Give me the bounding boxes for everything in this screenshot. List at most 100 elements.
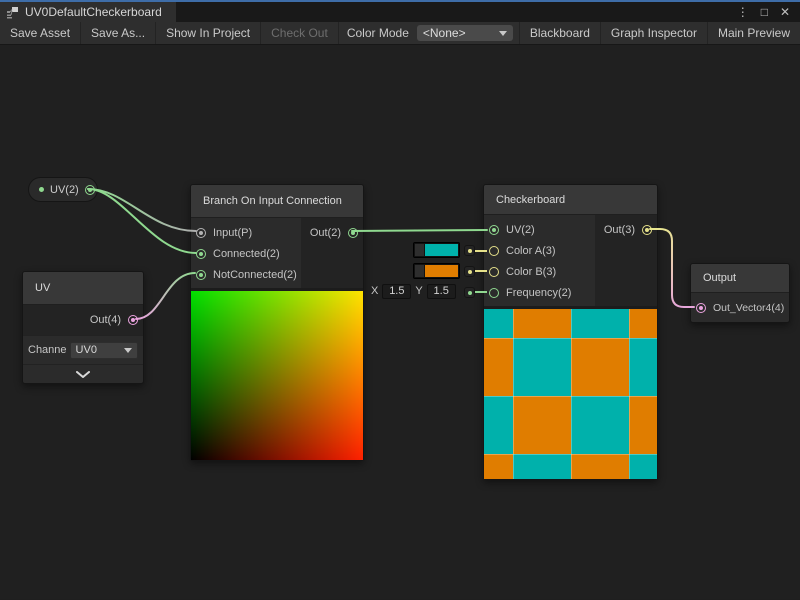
- port-out3[interactable]: [642, 225, 652, 235]
- node-checkerboard[interactable]: Checkerboard UV(2) Color A(3) Color B(3): [483, 184, 658, 480]
- uv-node-title-bar[interactable]: UV: [23, 272, 143, 305]
- port-uv[interactable]: [489, 225, 499, 235]
- maximize-icon[interactable]: □: [761, 5, 768, 19]
- node-branch-on-input-connection[interactable]: Branch On Input Connection Input(P) Conn…: [190, 184, 364, 461]
- edge-out4-to-notconnected[interactable]: [136, 273, 195, 319]
- save-as-button[interactable]: Save As...: [81, 22, 156, 44]
- show-in-project-button[interactable]: Show In Project: [156, 22, 261, 44]
- uv-node-title: UV: [35, 282, 50, 294]
- uv-node-collapse-row: [23, 364, 143, 383]
- frequency-x-label: X: [371, 285, 378, 297]
- color-b-field[interactable]: [413, 263, 460, 279]
- checkerboard-input-section: UV(2) Color A(3) Color B(3) Frequency(2): [484, 215, 595, 306]
- edge-uv2-to-input[interactable]: [88, 189, 196, 231]
- channel-dropdown[interactable]: UV0: [70, 342, 138, 359]
- port-label-frequency: Frequency(2): [506, 287, 571, 299]
- frequency-y-input[interactable]: 1.5: [427, 284, 456, 299]
- blackboard-button[interactable]: Blackboard: [519, 22, 600, 44]
- port-out-vector4[interactable]: [696, 303, 706, 313]
- port-label-out2: Out(2): [310, 227, 341, 239]
- port-row-input-p: Input(P): [191, 222, 301, 243]
- branch-node-uv-preview: [191, 288, 363, 460]
- close-icon[interactable]: ✕: [780, 5, 790, 19]
- port-out2[interactable]: [348, 228, 358, 238]
- tab-strip: UV0DefaultCheckerboard ⋮ □ ✕: [0, 2, 800, 22]
- toolbar: Save Asset Save As... Show In Project Ch…: [0, 22, 800, 45]
- port-label-out4: Out(4): [90, 314, 121, 326]
- port-frequency[interactable]: [489, 288, 499, 298]
- check-out-button: Check Out: [261, 22, 339, 44]
- color-b-field-handle: [415, 265, 424, 277]
- tab-uv0defaultcheckerboard[interactable]: UV0DefaultCheckerboard: [0, 2, 176, 22]
- save-asset-button[interactable]: Save Asset: [0, 22, 81, 44]
- edge-out2-to-uv[interactable]: [352, 230, 487, 231]
- output-node-title-bar[interactable]: Output: [691, 264, 789, 293]
- frequency-field-group: X 1.5 Y 1.5: [371, 283, 456, 299]
- preview-dot-icon: [39, 187, 44, 192]
- color-mode-label: Color Mode: [339, 22, 417, 44]
- main-preview-button[interactable]: Main Preview: [707, 22, 800, 44]
- color-a-field-handle: [415, 244, 424, 256]
- port-row-frequency: Frequency(2): [484, 282, 595, 303]
- port-row-out2: Out(2): [301, 222, 363, 243]
- checkerboard-output-section: Out(3): [595, 215, 657, 306]
- branch-input-section: Input(P) Connected(2) NotConnected(2): [191, 218, 301, 288]
- port-out4[interactable]: [128, 315, 138, 325]
- port-row-out4: Out(4): [23, 305, 143, 335]
- color-b-connector-dot: [464, 266, 475, 277]
- color-a-connector-dot: [464, 245, 475, 256]
- shader-graph-window: UV0DefaultCheckerboard ⋮ □ ✕ Save Asset …: [0, 0, 800, 600]
- port-row-color-b: Color B(3): [484, 261, 595, 282]
- port-label-color-b: Color B(3): [506, 266, 556, 278]
- port-row-color-a: Color A(3): [484, 240, 595, 261]
- port-color-a[interactable]: [489, 246, 499, 256]
- branch-node-title-bar[interactable]: Branch On Input Connection: [191, 185, 363, 218]
- port-notconnected[interactable]: [196, 270, 206, 280]
- port-label-color-a: Color A(3): [506, 245, 556, 257]
- port-row-notconnected: NotConnected(2): [191, 264, 301, 285]
- color-a-swatch[interactable]: [425, 244, 458, 256]
- frequency-connector-dot: [464, 287, 475, 298]
- chevron-down-icon: [499, 31, 507, 36]
- port-row-out-vector4: Out_Vector4(4): [691, 293, 789, 322]
- port-label-notconnected: NotConnected(2): [213, 269, 297, 281]
- graph-canvas[interactable]: UV(2) Branch On Input Connection Input(P…: [0, 45, 800, 599]
- checkerboard-node-title-bar[interactable]: Checkerboard: [484, 185, 657, 215]
- chevron-down-icon: [124, 348, 132, 353]
- output-node-title: Output: [703, 272, 736, 284]
- port-label-uv: UV(2): [506, 224, 535, 236]
- channel-label: Channe: [28, 344, 67, 356]
- port-label-out3: Out(3): [604, 224, 635, 236]
- node-uv2-collapsed[interactable]: UV(2): [28, 177, 98, 202]
- color-mode-value: <None>: [423, 26, 466, 40]
- collapse-chevron-icon[interactable]: [76, 371, 90, 378]
- color-b-swatch[interactable]: [425, 265, 458, 277]
- graph-inspector-button[interactable]: Graph Inspector: [600, 22, 707, 44]
- frequency-y-label: Y: [415, 285, 422, 297]
- frequency-x-input[interactable]: 1.5: [382, 284, 411, 299]
- channel-value: UV0: [76, 344, 97, 356]
- menu-icon[interactable]: ⋮: [737, 5, 749, 19]
- port-row-out3: Out(3): [595, 219, 657, 240]
- uv-channel-row: Channe UV0: [23, 335, 143, 364]
- window-controls: ⋮ □ ✕: [737, 2, 800, 22]
- port-color-b[interactable]: [489, 267, 499, 277]
- port-connected[interactable]: [196, 249, 206, 259]
- port-row-connected: Connected(2): [191, 243, 301, 264]
- checkerboard-preview: [484, 306, 657, 479]
- shader-graph-icon: [6, 6, 19, 19]
- port-label-out-vector4: Out_Vector4(4): [713, 302, 784, 314]
- port-input-p[interactable]: [196, 228, 206, 238]
- port-row-uv: UV(2): [484, 219, 595, 240]
- port-uv2-out[interactable]: [85, 185, 95, 195]
- node-uv[interactable]: UV Out(4) Channe UV0: [22, 271, 144, 384]
- node-output[interactable]: Output Out_Vector4(4): [690, 263, 790, 323]
- checkerboard-node-title: Checkerboard: [496, 194, 565, 206]
- port-label-connected: Connected(2): [213, 248, 280, 260]
- color-mode-dropdown[interactable]: <None>: [417, 25, 513, 41]
- tab-title: UV0DefaultCheckerboard: [25, 5, 162, 19]
- color-a-field[interactable]: [413, 242, 460, 258]
- branch-node-title: Branch On Input Connection: [203, 195, 342, 207]
- port-label-input-p: Input(P): [213, 227, 252, 239]
- edge-uv2-to-connected[interactable]: [88, 189, 196, 253]
